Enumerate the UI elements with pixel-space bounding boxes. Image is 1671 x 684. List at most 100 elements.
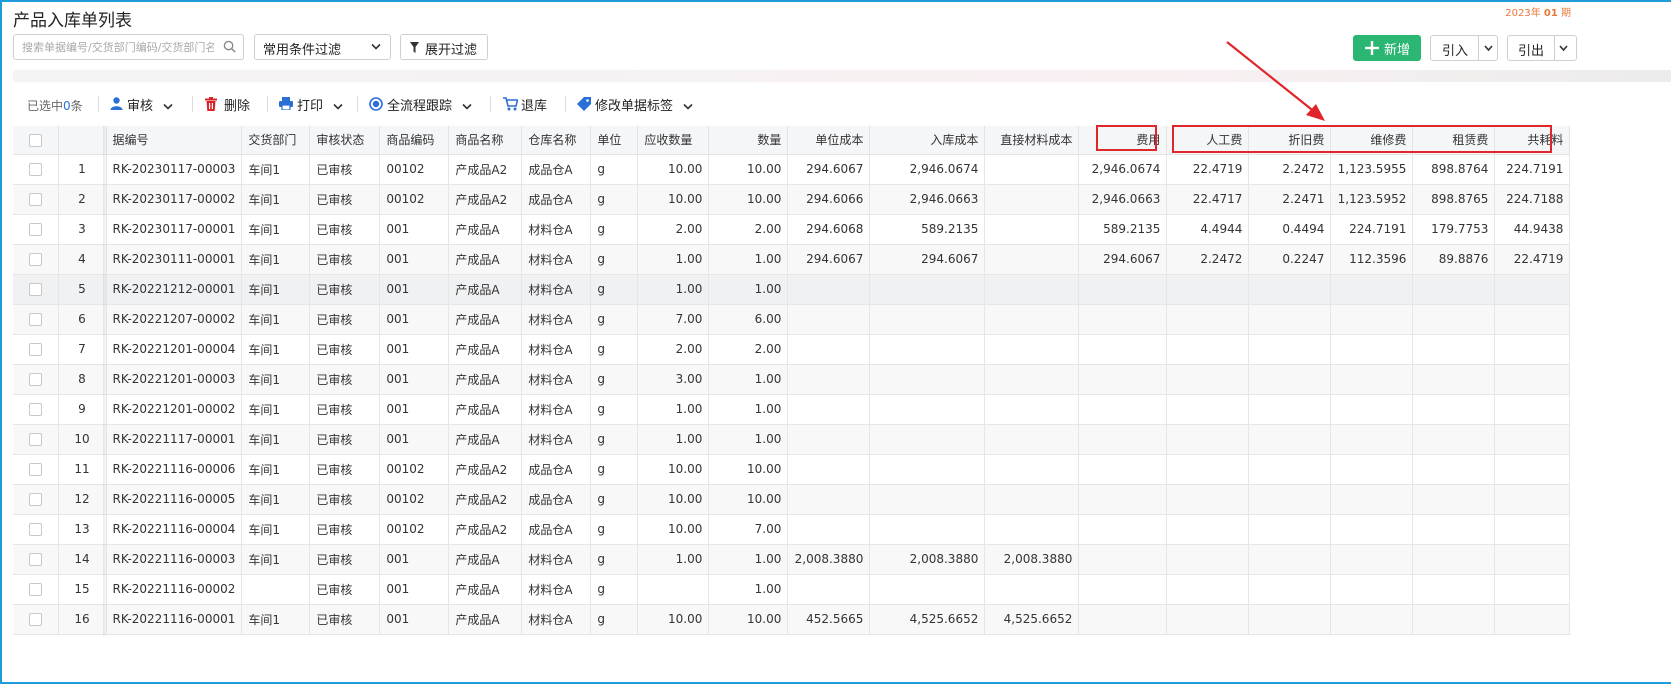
row-index: 10 (58, 424, 107, 455)
row-checkbox[interactable] (28, 583, 42, 596)
column-header[interactable]: 入库成本 (869, 126, 986, 155)
return-button[interactable]: 退库 (503, 95, 547, 114)
table-row[interactable]: 8 RK-20221201-00003 车间1 已审核 001 产成品A 材料仓A g 3.00… (13, 364, 1571, 395)
quantity: 1.00 (708, 274, 789, 305)
column-header[interactable]: 应收数量 (637, 126, 710, 155)
table-row[interactable]: 14 RK-20221116-00003 车间1 已审核 001 产成品A 材料仓A g 1.0… (13, 544, 1571, 575)
table-row[interactable]: 15 RK-20221116-00002 已审核 001 产成品A 材料仓A g 1.00 (13, 574, 1571, 605)
add-button[interactable]: 新增 (1353, 35, 1421, 61)
print-button[interactable]: 打印 (279, 95, 343, 114)
order-number-link[interactable]: RK-20221201-00003 (106, 364, 243, 395)
order-number-link[interactable]: RK-20221116-00001 (106, 604, 243, 635)
period-number: 01 (1543, 8, 1558, 19)
row-checkbox[interactable] (28, 283, 42, 296)
expand-filter-button[interactable]: 展开过滤 (400, 34, 488, 60)
order-number-link[interactable]: RK-20221207-00002 (106, 304, 243, 335)
rent-cost (1412, 514, 1496, 545)
delete-button[interactable]: 删除 (205, 95, 250, 114)
department: 车间1 (241, 454, 311, 485)
column-header[interactable]: 单位 (590, 126, 639, 155)
column-header[interactable]: 据编号 (106, 126, 243, 155)
column-header[interactable]: 审核状态 (309, 126, 381, 155)
row-checkbox[interactable] (28, 163, 42, 176)
row-checkbox[interactable] (28, 463, 42, 476)
column-header[interactable]: 数量 (708, 126, 789, 155)
table-row[interactable]: 16 RK-20221116-00001 车间1 已审核 001 产成品A 材料仓A g 10.… (13, 604, 1571, 635)
row-checkbox[interactable] (28, 223, 42, 236)
rent-cost (1412, 334, 1496, 365)
order-number-link[interactable]: RK-20221201-00002 (106, 394, 243, 425)
table-row[interactable]: 13 RK-20221116-00004 车间1 已审核 00102 产成品A2 成品仓A g… (13, 514, 1571, 545)
row-checkbox[interactable] (28, 343, 42, 356)
search-box[interactable] (13, 34, 244, 60)
row-checkbox[interactable] (28, 403, 42, 416)
row-checkbox[interactable] (28, 373, 42, 386)
table-row[interactable]: 3 RK-20230117-00001 车间1 已审核 001 产成品A 材料仓A g 2.00… (13, 214, 1571, 245)
table-row[interactable]: 10 RK-20221117-00001 车间1 已审核 001 产成品A 材料仓A g 1.0… (13, 424, 1571, 455)
table-row[interactable]: 6 RK-20221207-00002 车间1 已审核 001 产成品A 材料仓A g 7.00… (13, 304, 1571, 335)
repair-cost: 224.7191 (1330, 214, 1414, 245)
order-number-link[interactable]: RK-20221116-00004 (106, 514, 243, 545)
order-number-link[interactable]: RK-20230111-00001 (106, 244, 243, 275)
row-checkbox[interactable] (28, 553, 42, 566)
row-index: 12 (58, 484, 107, 515)
quantity: 10.00 (708, 184, 789, 215)
column-header[interactable]: 仓库名称 (521, 126, 592, 155)
order-number-link[interactable]: RK-20230117-00002 (106, 184, 243, 215)
row-checkbox[interactable] (28, 523, 42, 536)
row-checkbox[interactable] (28, 613, 42, 626)
order-number-link[interactable]: RK-20230117-00003 (106, 154, 243, 185)
labor-cost (1166, 454, 1250, 485)
shared-material (1494, 544, 1571, 575)
order-number-link[interactable]: RK-20221116-00006 (106, 454, 243, 485)
order-number-link[interactable]: RK-20221201-00004 (106, 334, 243, 365)
chevron-down-icon[interactable] (1559, 45, 1568, 52)
audit-button[interactable]: 审核 (110, 95, 173, 114)
labor-cost (1166, 544, 1250, 575)
shared-material (1494, 394, 1571, 425)
common-filter-select[interactable]: 常用条件过滤 (254, 34, 391, 60)
period-indicator[interactable]: 2023年 01 期 (1505, 4, 1571, 19)
column-header[interactable]: 商品名称 (448, 126, 523, 155)
row-checkbox[interactable] (28, 493, 42, 506)
row-checkbox[interactable] (28, 313, 42, 326)
search-icon[interactable] (223, 40, 236, 53)
repair-cost (1330, 514, 1414, 545)
order-number-link[interactable]: RK-20230117-00001 (106, 214, 243, 245)
repair-cost (1330, 544, 1414, 575)
table-row[interactable]: 11 RK-20221116-00006 车间1 已审核 00102 产成品A2 成品仓A g… (13, 454, 1571, 485)
trash-icon (205, 97, 217, 111)
table-row[interactable]: 5 RK-20221212-00001 车间1 已审核 001 产成品A 材料仓A g 1.00… (13, 274, 1571, 305)
repair-cost (1330, 424, 1414, 455)
edit-tag-button[interactable]: 修改单据标签 (577, 95, 693, 114)
select-all-checkbox[interactable] (28, 133, 42, 147)
order-number-link[interactable]: RK-20221117-00001 (106, 424, 243, 455)
unit-cost: 294.6068 (787, 214, 871, 245)
product-code: 001 (379, 274, 450, 305)
export-button[interactable]: 引出 (1507, 35, 1577, 61)
table-row[interactable]: 9 RK-20221201-00002 车间1 已审核 001 产成品A 材料仓A g 1.00… (13, 394, 1571, 425)
table-row[interactable]: 12 RK-20221116-00005 车间1 已审核 00102 产成品A2 成品仓A g… (13, 484, 1571, 515)
column-header[interactable]: 直接材料成本 (984, 126, 1080, 155)
column-header[interactable]: 交货部门 (241, 126, 311, 155)
row-checkbox[interactable] (28, 253, 42, 266)
import-button[interactable]: 引入 (1430, 35, 1498, 61)
row-select-cell (13, 454, 59, 485)
row-checkbox[interactable] (28, 433, 42, 446)
order-number-link[interactable]: RK-20221212-00001 (106, 274, 243, 305)
table-row[interactable]: 7 RK-20221201-00004 车间1 已审核 001 产成品A 材料仓A g 2.00… (13, 334, 1571, 365)
chevron-down-icon[interactable] (1484, 45, 1493, 52)
product-name: 产成品A (448, 214, 523, 245)
inbound-cost (869, 274, 986, 305)
table-row[interactable]: 1 RK-20230117-00003 车间1 已审核 00102 产成品A2 成品仓A g 1… (13, 154, 1571, 185)
table-row[interactable]: 4 RK-20230111-00001 车间1 已审核 001 产成品A 材料仓A g 1.00… (13, 244, 1571, 275)
column-header[interactable]: 商品编码 (379, 126, 450, 155)
search-input[interactable] (14, 35, 214, 59)
column-header[interactable]: 单位成本 (787, 126, 871, 155)
order-number-link[interactable]: RK-20221116-00005 (106, 484, 243, 515)
trace-button[interactable]: 全流程跟踪 (369, 95, 472, 114)
order-number-link[interactable]: RK-20221116-00003 (106, 544, 243, 575)
table-row[interactable]: 2 RK-20230117-00002 车间1 已审核 00102 产成品A2 成品仓A g 1… (13, 184, 1571, 215)
order-number-link[interactable]: RK-20221116-00002 (106, 574, 243, 605)
row-checkbox[interactable] (28, 193, 42, 206)
